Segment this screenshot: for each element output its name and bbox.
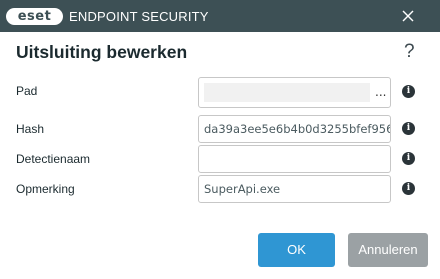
comment-label: Opmerking xyxy=(16,182,75,196)
dialog-title: Uitsluiting bewerken xyxy=(16,42,188,62)
path-field[interactable]: ... xyxy=(198,77,391,108)
help-icon[interactable]: ? xyxy=(404,42,415,62)
info-icon[interactable]: i xyxy=(402,122,415,135)
title-bar: eset ENDPOINT SECURITY xyxy=(0,0,440,32)
info-icon[interactable]: i xyxy=(402,182,415,195)
browse-button[interactable]: ... xyxy=(375,78,386,107)
hash-field[interactable]: da39a3ee5e6b4b0d3255bfef95601890afd80709 xyxy=(198,115,391,143)
detection-name-field[interactable] xyxy=(198,145,391,173)
path-value xyxy=(204,83,370,102)
app-title: ENDPOINT SECURITY xyxy=(69,9,209,24)
close-icon[interactable] xyxy=(400,8,416,24)
info-icon[interactable]: i xyxy=(402,85,415,98)
eset-logo: eset xyxy=(6,8,63,25)
path-label: Pad xyxy=(16,84,38,98)
hash-label: Hash xyxy=(16,122,45,136)
comment-field[interactable]: SuperApi.exe xyxy=(198,175,391,203)
info-icon[interactable]: i xyxy=(402,152,415,165)
detection-name-label: Detectienaam xyxy=(16,152,91,166)
ok-button[interactable]: OK xyxy=(258,233,335,267)
cancel-button[interactable]: Annuleren xyxy=(348,233,428,267)
